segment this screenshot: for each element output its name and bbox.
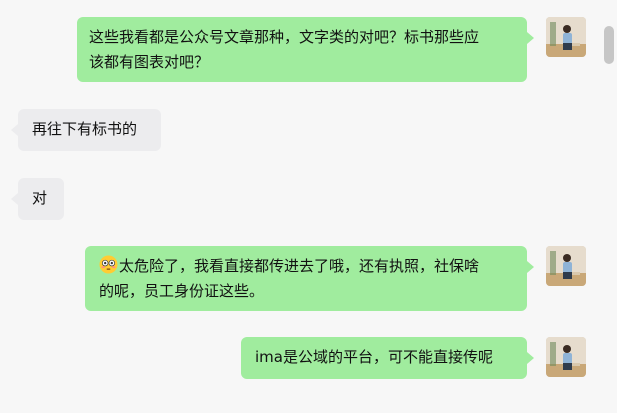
bubble-tail	[11, 124, 18, 136]
avatar[interactable]	[546, 246, 586, 286]
message-text: 这些我看都是公众号文章那种，文字类的对吧？标书那些应	[89, 28, 480, 46]
message-text: 再往下有标书的	[32, 120, 138, 138]
message-bubble-incoming[interactable]: 再往下有标书的	[18, 109, 161, 151]
scrollbar-thumb[interactable]	[604, 26, 614, 64]
message-bubble-outgoing[interactable]: 这些我看都是公众号文章那种，文字类的对吧？标书那些应 该都有图表对吧？	[77, 17, 527, 82]
message-text: 太危险了，我看直接都传进去了哦，还有执照，社保啥	[119, 257, 480, 275]
message-line: 太危险了，我看直接都传进去了哦，还有执照，社保啥	[99, 254, 517, 279]
avatar[interactable]	[546, 17, 586, 57]
message-bubble-outgoing[interactable]: ima是公域的平台，可不能直接传呢	[241, 337, 527, 379]
bubble-tail	[527, 32, 534, 44]
message-text: 的呢，员工身份证这些。	[99, 282, 265, 300]
bubble-tail	[11, 193, 18, 205]
flushed-face-icon	[99, 255, 118, 274]
message-bubble-incoming[interactable]: 对	[18, 178, 64, 220]
message-text: 对	[32, 189, 48, 207]
avatar[interactable]	[546, 337, 586, 377]
message-bubble-outgoing[interactable]: 太危险了，我看直接都传进去了哦，还有执照，社保啥 的呢，员工身份证这些。	[85, 246, 527, 311]
message-text: 该都有图表对吧？	[89, 53, 210, 71]
bubble-tail	[527, 352, 534, 364]
user-avatar-icon	[546, 246, 586, 286]
user-avatar-icon	[546, 17, 586, 57]
user-avatar-icon	[546, 337, 586, 377]
bubble-tail	[527, 261, 534, 273]
message-text: ima是公域的平台，可不能直接传呢	[255, 348, 493, 366]
chat-message-list[interactable]: 这些我看都是公众号文章那种，文字类的对吧？标书那些应 该都有图表对吧？ 再往下有…	[0, 0, 600, 413]
